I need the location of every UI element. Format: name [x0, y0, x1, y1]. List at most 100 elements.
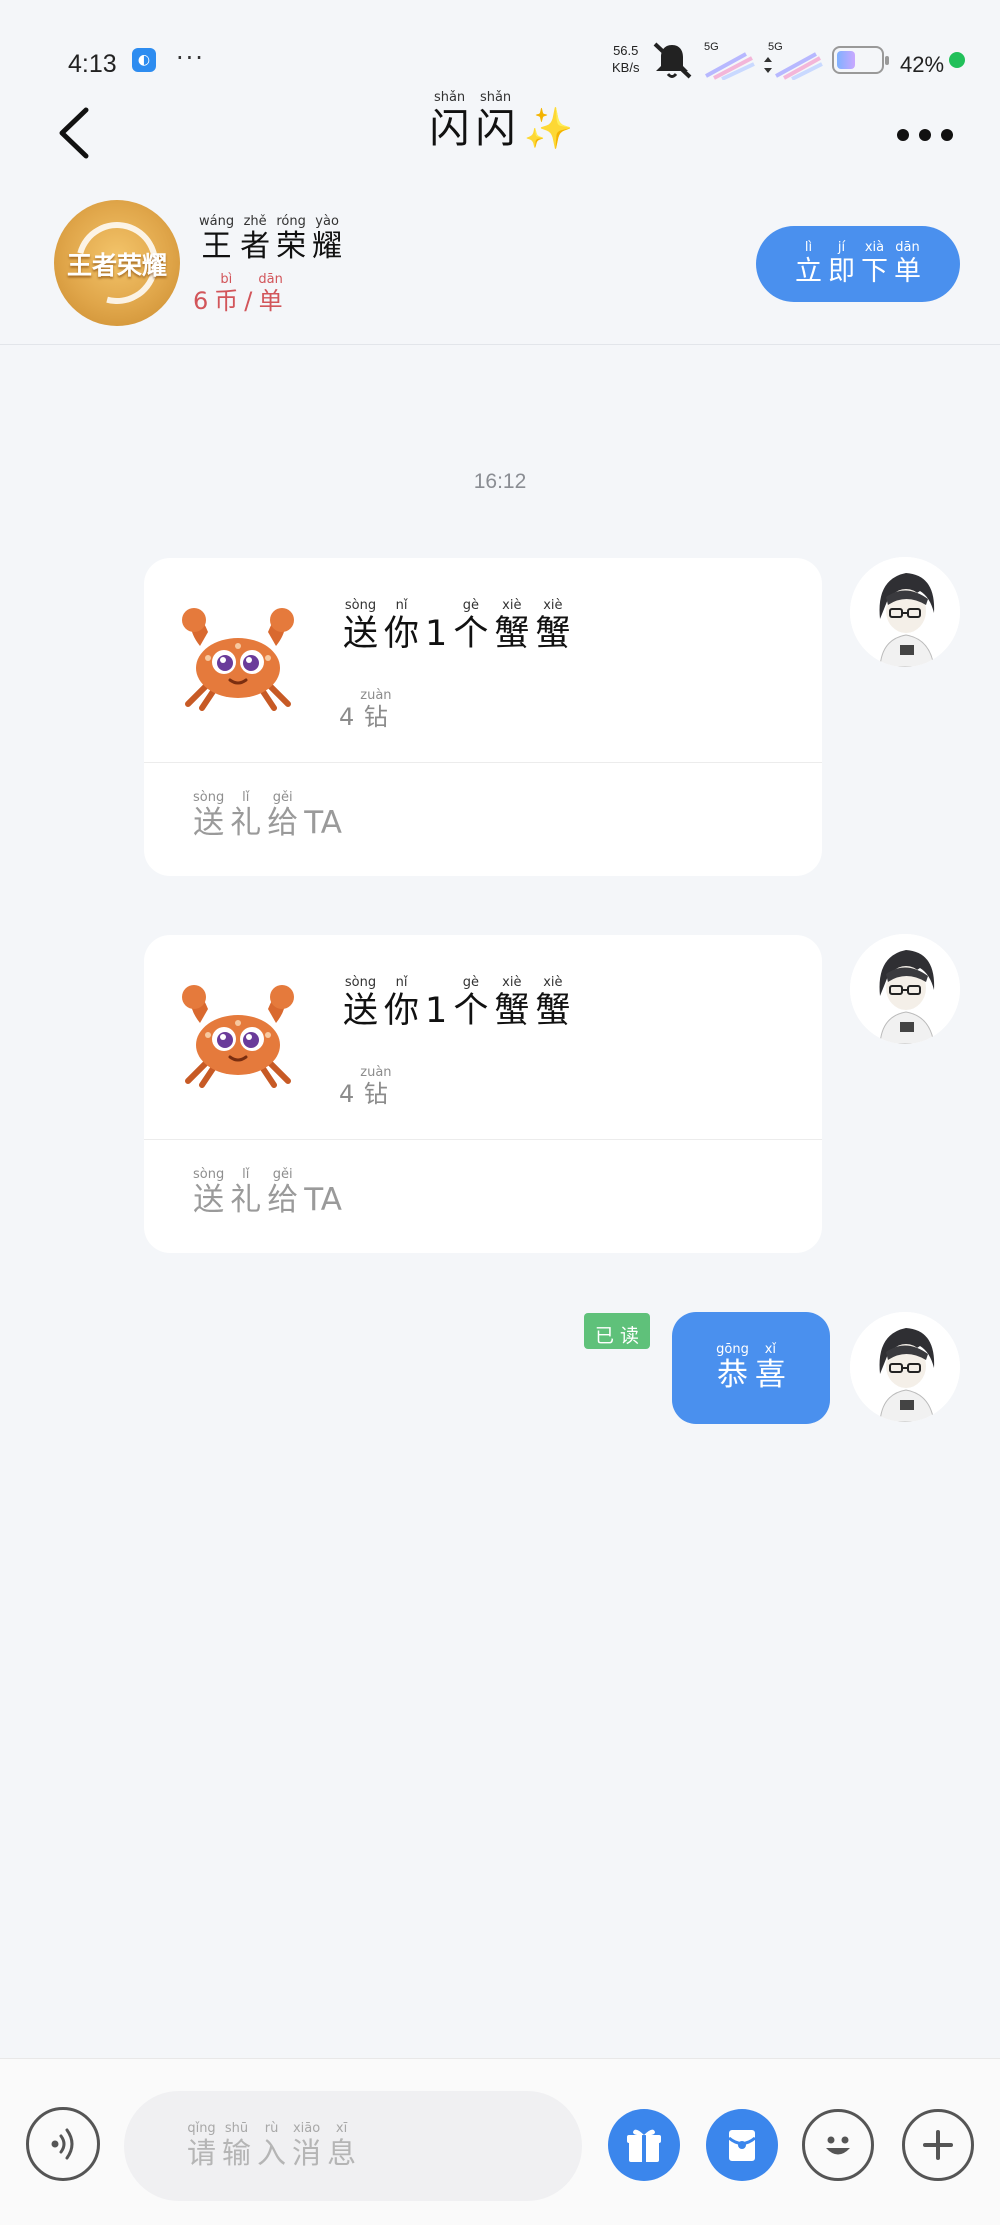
- avatar-anime-boy: [850, 1312, 960, 1422]
- character: TA: [304, 805, 342, 841]
- character: 荣: [276, 229, 307, 264]
- pinyin: róng: [276, 214, 306, 229]
- red-packet-icon: [728, 2130, 756, 2161]
- send-gift-back-link[interactable]: sòng 送 lǐ 礼 gěi 给 TA: [190, 1167, 345, 1219]
- ruby-char: gè 个: [453, 598, 488, 654]
- ruby-char: shǎn 闪: [476, 90, 516, 152]
- pinyin: gè: [462, 975, 479, 990]
- pinyin: xǐ: [764, 1342, 776, 1358]
- ruby-char: dān 单: [894, 240, 921, 287]
- crab-gift-image: [178, 606, 298, 715]
- ruby-char: lǐ 礼: [230, 1167, 261, 1219]
- ruby-char: xī 息: [327, 2121, 356, 2170]
- ruby-char: /: [244, 272, 252, 316]
- character: 蟹: [494, 614, 530, 654]
- character: 4: [339, 703, 355, 731]
- character: 送: [343, 991, 379, 1031]
- status-more-icon: ···: [176, 44, 205, 72]
- character: 6: [193, 287, 209, 315]
- ruby-char: sòng 送: [343, 975, 378, 1031]
- page-title-text: shǎn 闪 shǎn 闪: [427, 90, 519, 152]
- character: 即: [828, 256, 855, 288]
- gift-price: 4 zuàn 钻: [336, 1065, 395, 1109]
- character: 币: [214, 287, 239, 315]
- pinyin: xiè: [543, 598, 563, 613]
- crab-icon: [182, 985, 294, 1088]
- ruby-char: qǐng 请: [187, 2121, 216, 2170]
- text-message-bubble[interactable]: gōng 恭 xǐ 喜: [672, 1312, 830, 1424]
- pinyin: sòng: [344, 975, 377, 990]
- ruby-char: xiè 蟹: [535, 975, 570, 1031]
- pinyin: dān: [258, 272, 283, 287]
- character: 礼: [230, 805, 262, 841]
- privacy-indicator-dot: [949, 52, 965, 68]
- ruby-char: róng 荣: [276, 214, 306, 265]
- signal-icon-2: 5G: [764, 41, 823, 80]
- ruby-char: wáng 王: [199, 214, 234, 265]
- pinyin: sòng: [193, 1167, 225, 1182]
- character: 1: [425, 991, 448, 1031]
- crab-gift-image: [178, 983, 298, 1092]
- pinyin: xiè: [543, 975, 563, 990]
- pinyin: [321, 790, 325, 806]
- character: 闪: [475, 106, 516, 152]
- ruby-char: 6: [193, 272, 208, 316]
- character: 恭: [716, 1357, 748, 1394]
- pinyin: rù: [264, 2121, 279, 2137]
- character: TA: [304, 1182, 342, 1218]
- gift-button[interactable]: [608, 2109, 680, 2181]
- ruby-char: 读: [620, 1314, 639, 1348]
- ruby-char: yào 耀: [312, 214, 342, 265]
- character: 单: [894, 256, 921, 288]
- ruby-char: sòng 送: [193, 1167, 224, 1219]
- pinyin: wáng: [199, 214, 235, 229]
- character: 读: [620, 1325, 640, 1348]
- gift-message-card[interactable]: sòng 送 nǐ 你 1 gè 个 xiè 蟹 xiè 蟹 4 zuàn 钻 sòng 送 lǐ 礼 gěi…: [144, 558, 822, 876]
- character: 息: [327, 2136, 357, 2171]
- character: 消: [292, 2136, 322, 2171]
- order-now-button[interactable]: lì 立 jí 即 xià 下 dān 单: [756, 226, 960, 302]
- character: 耀: [312, 229, 343, 264]
- gift-message-card[interactable]: sòng 送 nǐ 你 1 gè 个 xiè 蟹 xiè 蟹 4 zuàn 钻 sòng 送 lǐ 礼 gěi…: [144, 935, 822, 1253]
- character: 下: [861, 256, 888, 288]
- pinyin: lǐ: [242, 790, 250, 805]
- avatar-anime-boy: [850, 557, 960, 667]
- status-time: 4:13: [68, 50, 117, 78]
- crab-icon: [182, 608, 294, 711]
- emoji-button[interactable]: [802, 2109, 874, 2181]
- character: 者: [240, 229, 271, 264]
- pinyin: lì: [804, 240, 813, 256]
- ruby-char: gōng 恭: [716, 1342, 749, 1394]
- ruby-char: 1: [425, 975, 447, 1031]
- ruby-char: nǐ 你: [384, 975, 419, 1031]
- signal-icon-1: 5G: [704, 41, 755, 80]
- pinyin: [434, 975, 438, 991]
- character: 送: [193, 805, 225, 841]
- more-actions-button[interactable]: [902, 2109, 974, 2181]
- pinyin: [246, 272, 250, 288]
- network-speed-unit: KB/s: [612, 60, 640, 75]
- ruby-char: TA: [304, 1167, 342, 1219]
- pinyin: xiè: [502, 975, 522, 990]
- gift-title: sòng 送 nǐ 你 1 gè 个 xiè 蟹 xiè 蟹: [340, 975, 573, 1031]
- user-avatar[interactable]: [850, 1312, 960, 1422]
- ruby-char: gěi 给: [267, 790, 298, 842]
- voice-input-button[interactable]: [26, 2107, 100, 2181]
- ruby-char: nǐ 你: [384, 598, 419, 654]
- more-options-button[interactable]: [890, 115, 960, 155]
- voice-icon: [51, 2128, 74, 2160]
- user-avatar[interactable]: [850, 557, 960, 667]
- title-bar: shǎn 闪 shǎn 闪 ✨: [0, 90, 1000, 200]
- user-avatar[interactable]: [850, 934, 960, 1044]
- battery-percent: 42%: [900, 52, 945, 77]
- ruby-char: shǎn 闪: [430, 90, 470, 152]
- ruby-char: xiāo 消: [292, 2121, 321, 2170]
- character: 输: [222, 2136, 252, 2171]
- send-gift-back-link[interactable]: sòng 送 lǐ 礼 gěi 给 TA: [190, 790, 345, 842]
- character: 闪: [429, 106, 470, 152]
- ruby-char: 已: [595, 1314, 614, 1348]
- signal-label-2: 5G: [768, 41, 783, 53]
- red-packet-button[interactable]: [706, 2109, 778, 2181]
- character: 蟹: [535, 991, 571, 1031]
- message-input[interactable]: qǐng 请 shū 输 rù 入 xiāo 消 xī 息: [124, 2091, 582, 2201]
